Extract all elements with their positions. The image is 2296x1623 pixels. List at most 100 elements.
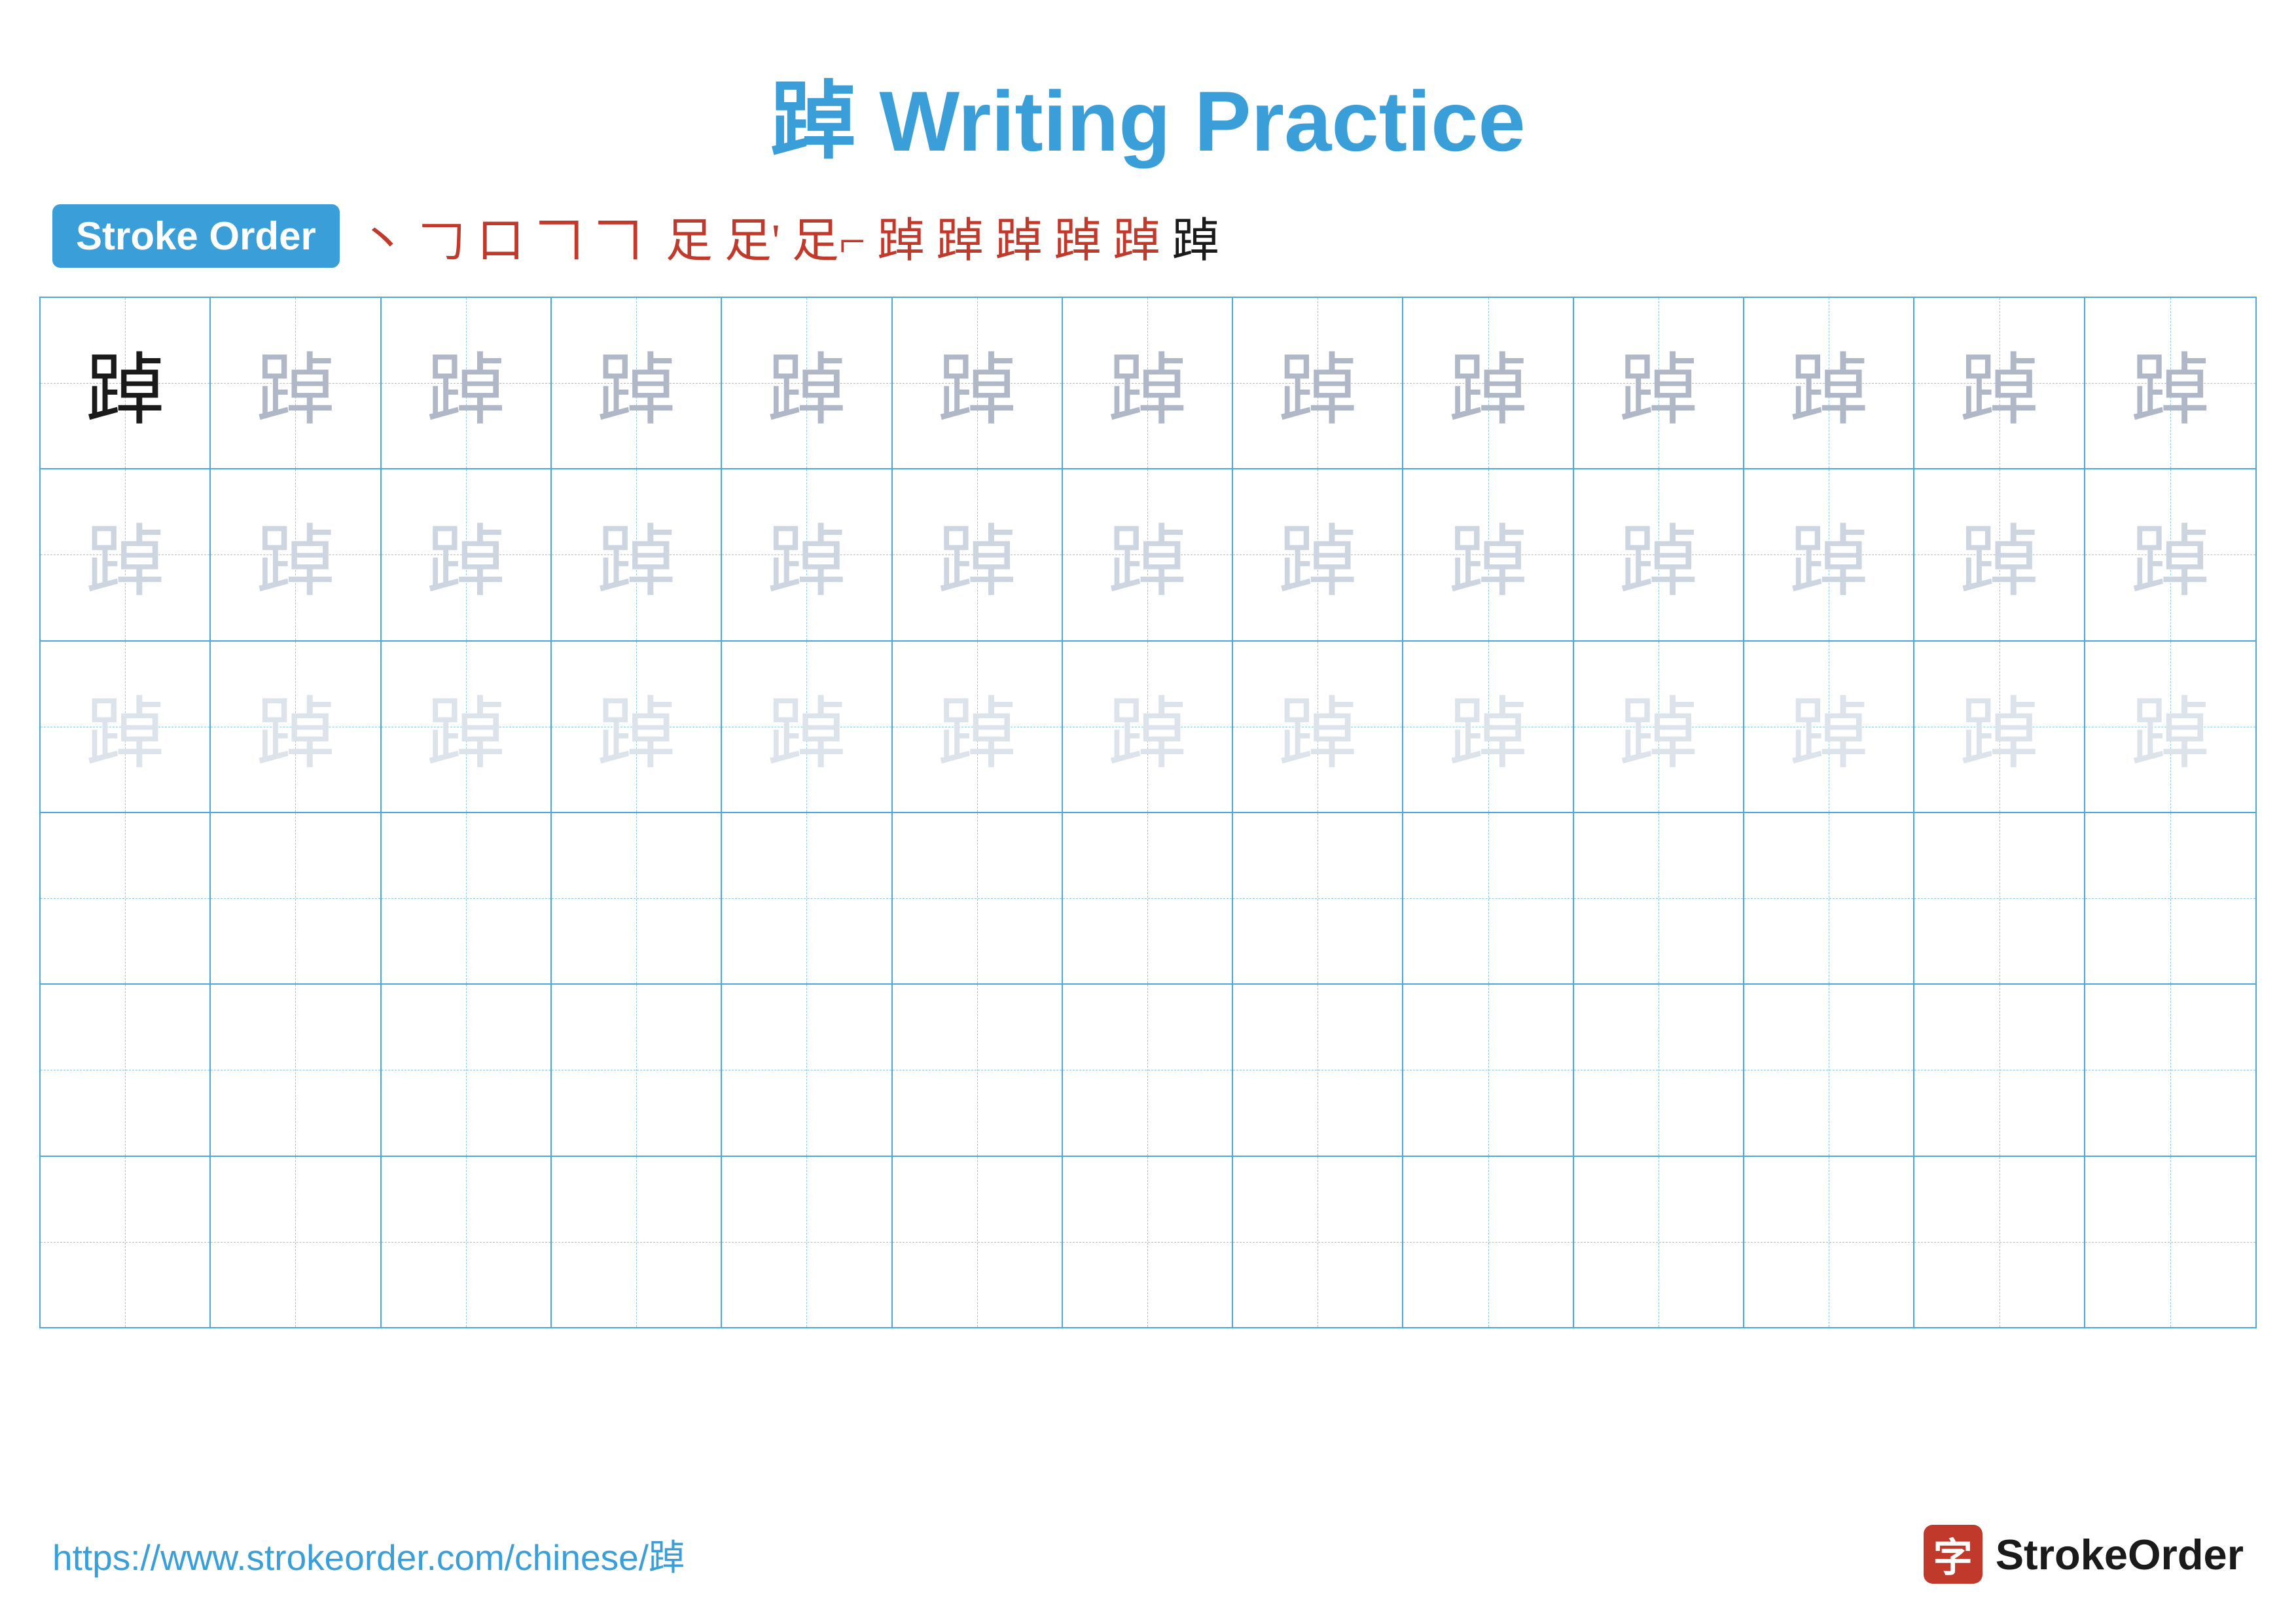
grid-cell-0-7[interactable]: 踔 [1233, 298, 1403, 468]
cell-character: 踔 [1619, 326, 1698, 440]
grid-row-2: 踔踔踔踔踔踔踔踔踔踔踔踔踔 [41, 642, 2255, 813]
grid-cell-4-8[interactable] [1403, 985, 1573, 1155]
grid-cell-0-8[interactable]: 踔 [1403, 298, 1573, 468]
grid-cell-1-10[interactable]: 踔 [1744, 469, 1914, 640]
grid-cell-3-6[interactable] [1063, 813, 1233, 983]
grid-cell-1-4[interactable]: 踔 [722, 469, 892, 640]
grid-cell-3-9[interactable] [1574, 813, 1744, 983]
grid-cell-2-12[interactable]: 踔 [2085, 642, 2255, 812]
grid-cell-1-5[interactable]: 踔 [893, 469, 1063, 640]
grid-cell-3-2[interactable] [382, 813, 552, 983]
cell-character: 踔 [938, 498, 1016, 611]
grid-cell-2-9[interactable]: 踔 [1574, 642, 1744, 812]
cell-character: 踔 [1108, 670, 1187, 784]
grid-cell-3-7[interactable] [1233, 813, 1403, 983]
grid-cell-1-3[interactable]: 踔 [552, 469, 722, 640]
cell-character: 踔 [1789, 498, 1868, 611]
cell-character: 踔 [2131, 670, 2210, 784]
grid-cell-3-11[interactable] [1914, 813, 2085, 983]
grid-cell-4-10[interactable] [1744, 985, 1914, 1155]
grid-cell-0-3[interactable]: 踔 [552, 298, 722, 468]
grid-cell-2-11[interactable]: 踔 [1914, 642, 2085, 812]
grid-cell-5-7[interactable] [1233, 1157, 1403, 1327]
grid-cell-4-9[interactable] [1574, 985, 1744, 1155]
grid-cell-2-1[interactable]: 踔 [211, 642, 381, 812]
grid-cell-4-5[interactable] [893, 985, 1063, 1155]
grid-cell-0-1[interactable]: 踔 [211, 298, 381, 468]
grid-cell-0-11[interactable]: 踔 [1914, 298, 2085, 468]
stroke-2: 𠃌 [418, 202, 465, 270]
cell-character: 踔 [427, 498, 505, 611]
grid-cell-5-4[interactable] [722, 1157, 892, 1327]
cell-character: 踔 [597, 498, 675, 611]
grid-cell-1-6[interactable]: 踔 [1063, 469, 1233, 640]
grid-cell-2-2[interactable]: 踔 [382, 642, 552, 812]
cell-character: 踔 [86, 670, 164, 784]
grid-cell-5-10[interactable] [1744, 1157, 1914, 1327]
grid-cell-0-9[interactable]: 踔 [1574, 298, 1744, 468]
grid-cell-2-4[interactable]: 踔 [722, 642, 892, 812]
grid-cell-5-3[interactable] [552, 1157, 722, 1327]
grid-cell-0-4[interactable]: 踔 [722, 298, 892, 468]
grid-cell-4-7[interactable] [1233, 985, 1403, 1155]
grid-cell-1-11[interactable]: 踔 [1914, 469, 2085, 640]
grid-cell-4-3[interactable] [552, 985, 722, 1155]
cell-character: 踔 [1789, 670, 1868, 784]
stroke-11: 踔 [937, 202, 984, 270]
grid-cell-0-10[interactable]: 踔 [1744, 298, 1914, 468]
grid-cell-4-0[interactable] [41, 985, 211, 1155]
grid-cell-1-2[interactable]: 踔 [382, 469, 552, 640]
grid-cell-3-8[interactable] [1403, 813, 1573, 983]
grid-cell-2-3[interactable]: 踔 [552, 642, 722, 812]
grid-cell-5-11[interactable] [1914, 1157, 2085, 1327]
grid-cell-3-4[interactable] [722, 813, 892, 983]
grid-cell-0-2[interactable]: 踔 [382, 298, 552, 468]
grid-cell-3-3[interactable] [552, 813, 722, 983]
cell-character: 踔 [1449, 670, 1528, 784]
cell-character: 踔 [767, 670, 846, 784]
grid-cell-1-12[interactable]: 踔 [2085, 469, 2255, 640]
grid-cell-2-10[interactable]: 踔 [1744, 642, 1914, 812]
grid-cell-2-0[interactable]: 踔 [41, 642, 211, 812]
grid-cell-0-12[interactable]: 踔 [2085, 298, 2255, 468]
grid-cell-4-6[interactable] [1063, 985, 1233, 1155]
grid-cell-3-0[interactable] [41, 813, 211, 983]
grid-cell-1-9[interactable]: 踔 [1574, 469, 1744, 640]
stroke-order-badge: Stroke Order [52, 204, 340, 268]
grid-cell-2-8[interactable]: 踔 [1403, 642, 1573, 812]
cell-character: 踔 [1960, 498, 2039, 611]
grid-cell-5-6[interactable] [1063, 1157, 1233, 1327]
cell-character: 踔 [427, 670, 505, 784]
grid-cell-5-0[interactable] [41, 1157, 211, 1327]
grid-cell-5-12[interactable] [2085, 1157, 2255, 1327]
grid-cell-4-4[interactable] [722, 985, 892, 1155]
grid-cell-2-6[interactable]: 踔 [1063, 642, 1233, 812]
grid-cell-0-6[interactable]: 踔 [1063, 298, 1233, 468]
grid-cell-1-0[interactable]: 踔 [41, 469, 211, 640]
grid-cell-3-10[interactable] [1744, 813, 1914, 983]
grid-cell-1-8[interactable]: 踔 [1403, 469, 1573, 640]
grid-cell-1-7[interactable]: 踔 [1233, 469, 1403, 640]
grid-cell-3-12[interactable] [2085, 813, 2255, 983]
grid-cell-2-7[interactable]: 踔 [1233, 642, 1403, 812]
grid-cell-2-5[interactable]: 踔 [893, 642, 1063, 812]
grid-cell-1-1[interactable]: 踔 [211, 469, 381, 640]
grid-cell-0-5[interactable]: 踔 [893, 298, 1063, 468]
cell-character: 踔 [767, 326, 846, 440]
grid-cell-0-0[interactable]: 踔 [41, 298, 211, 468]
grid-cell-4-12[interactable] [2085, 985, 2255, 1155]
grid-cell-5-1[interactable] [211, 1157, 381, 1327]
stroke-8: 足' [725, 202, 780, 270]
grid-cell-3-5[interactable] [893, 813, 1063, 983]
grid-cell-5-2[interactable] [382, 1157, 552, 1327]
grid-cell-4-2[interactable] [382, 985, 552, 1155]
grid-cell-3-1[interactable] [211, 813, 381, 983]
grid-cell-5-5[interactable] [893, 1157, 1063, 1327]
grid-row-5 [41, 1157, 2255, 1327]
stroke-7: 足 [666, 202, 713, 270]
grid-cell-5-8[interactable] [1403, 1157, 1573, 1327]
stroke-13: 踔 [1054, 202, 1102, 270]
grid-cell-4-11[interactable] [1914, 985, 2085, 1155]
grid-cell-4-1[interactable] [211, 985, 381, 1155]
grid-cell-5-9[interactable] [1574, 1157, 1744, 1327]
